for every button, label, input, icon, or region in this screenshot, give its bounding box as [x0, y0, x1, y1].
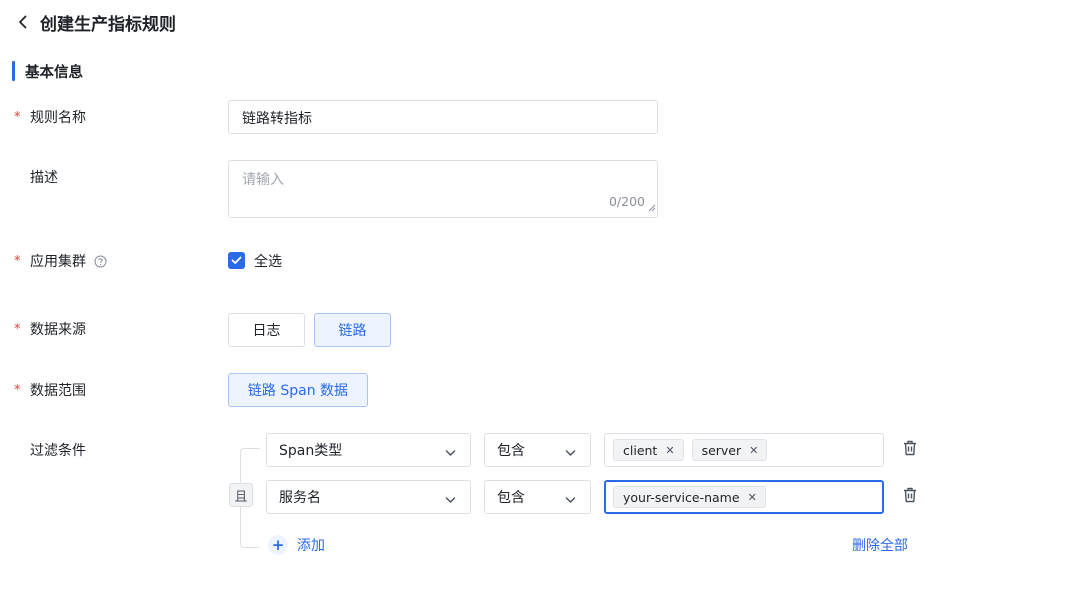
description-placeholder: 请输入	[242, 172, 284, 188]
delete-all-button[interactable]: 删除全部	[852, 535, 908, 555]
resize-handle-icon[interactable]	[648, 200, 656, 216]
source-option-log[interactable]: 日志	[228, 313, 305, 347]
rule-name-label: * 规则名称	[14, 107, 86, 127]
select-all-checkbox[interactable]	[228, 252, 245, 269]
plus-icon: +	[268, 535, 288, 555]
filter-field-value: Span类型	[279, 443, 343, 459]
filter-operator-value: 包含	[497, 490, 525, 506]
cluster-label-text: 应用集群	[30, 254, 86, 270]
page-header: 创建生产指标规则	[14, 8, 176, 36]
char-counter: 0/200	[608, 194, 645, 209]
select-all-label[interactable]: 全选	[254, 251, 282, 271]
tag-label: client	[623, 442, 658, 458]
description-textarea[interactable]: 请输入 0/200	[228, 160, 658, 218]
description-label: 描述	[14, 167, 58, 187]
page-title: 创建生产指标规则	[40, 14, 176, 35]
tag: your-service-name ✕	[613, 486, 766, 508]
help-circle-icon[interactable]	[94, 255, 107, 268]
section-accent-bar	[12, 61, 15, 81]
add-condition-button[interactable]: + 添加	[268, 535, 325, 555]
chevron-down-icon	[565, 492, 576, 508]
tag: server ✕	[691, 439, 768, 461]
chevron-down-icon	[445, 445, 456, 461]
add-condition-label: 添加	[297, 538, 325, 554]
tag-label: server	[701, 442, 742, 458]
source-label: * 数据来源	[14, 319, 86, 339]
filter-label: 过滤条件	[14, 440, 86, 460]
scope-label: * 数据范围	[14, 380, 86, 400]
required-mark: *	[14, 321, 21, 337]
chevron-down-icon	[445, 492, 456, 508]
tag-label: your-service-name	[623, 489, 740, 505]
description-label-text: 描述	[30, 170, 58, 186]
close-icon[interactable]: ✕	[665, 444, 674, 457]
rule-name-label-text: 规则名称	[30, 110, 86, 126]
chevron-left-icon[interactable]	[14, 13, 32, 31]
rule-name-input[interactable]: 链路转指标	[228, 100, 658, 134]
rule-name-value: 链路转指标	[242, 111, 312, 127]
filter-field-value: 服务名	[279, 490, 321, 506]
chevron-down-icon	[565, 445, 576, 461]
source-option-trace[interactable]: 链路	[314, 313, 391, 347]
trash-icon[interactable]	[902, 439, 918, 457]
cluster-label: * 应用集群	[14, 251, 107, 271]
logic-and-toggle[interactable]: 且	[229, 483, 253, 507]
section-title: 基本信息	[25, 64, 83, 81]
close-icon[interactable]: ✕	[749, 444, 758, 457]
filter-operator-value: 包含	[497, 443, 525, 459]
filter-value-tags-input[interactable]: client ✕ server ✕	[604, 433, 884, 467]
close-icon[interactable]: ✕	[748, 491, 757, 504]
trash-icon[interactable]	[902, 486, 918, 504]
filter-operator-select[interactable]: 包含	[484, 480, 591, 514]
check-icon	[231, 253, 242, 269]
section-basic-info: 基本信息	[12, 60, 83, 82]
filter-operator-select[interactable]: 包含	[484, 433, 591, 467]
scope-label-text: 数据范围	[30, 383, 86, 399]
required-mark: *	[14, 109, 21, 125]
scope-option-span[interactable]: 链路 Span 数据	[228, 373, 368, 407]
filter-label-text: 过滤条件	[30, 443, 86, 459]
tag: client ✕	[613, 439, 684, 461]
filter-value-tags-input[interactable]: your-service-name ✕	[604, 480, 884, 514]
filter-field-select[interactable]: 服务名	[266, 480, 471, 514]
required-mark: *	[14, 253, 21, 269]
source-label-text: 数据来源	[30, 322, 86, 338]
filter-field-select[interactable]: Span类型	[266, 433, 471, 467]
required-mark: *	[14, 382, 21, 398]
